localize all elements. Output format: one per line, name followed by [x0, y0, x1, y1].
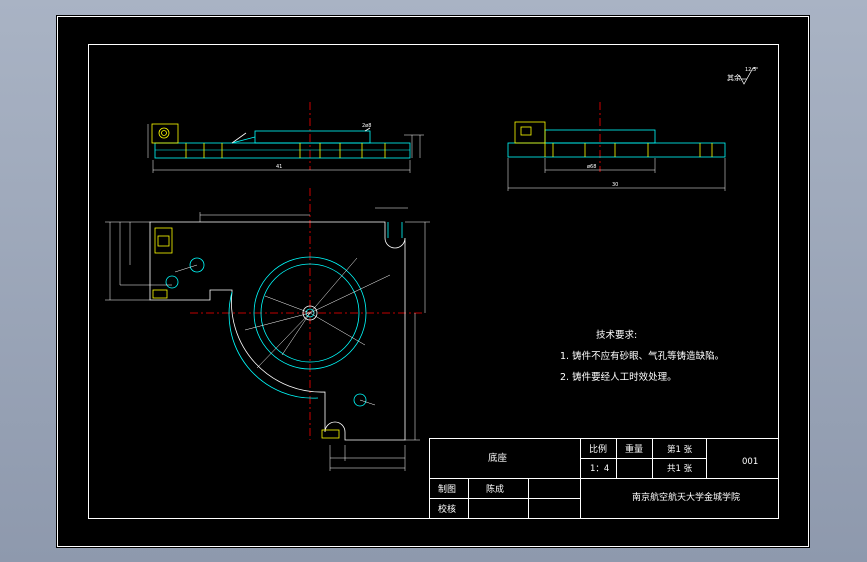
surface-finish-label: 其余: [727, 73, 741, 82]
drawing-canvas[interactable]: 41 2ø8 30 ø68 其余 12.5 技术要求: 1. 铸件不应有砂眼、气…: [0, 0, 867, 562]
side-view-length-dim: 30: [612, 182, 618, 188]
title-total-label: 共1 张: [667, 464, 693, 474]
title-organization: 南京航空航天大学金城学院: [632, 491, 740, 503]
tech-requirement-1: 1. 铸件不应有砂眼、气孔等铸造缺陷。: [560, 350, 724, 362]
title-scale-label: 比例: [589, 443, 607, 455]
tech-requirements-heading: 技术要求:: [596, 329, 637, 341]
title-drawn-by-name: 陈成: [486, 483, 504, 495]
model-space-background: [56, 15, 810, 548]
front-view-hole-dim: 2ø8: [362, 123, 371, 129]
side-view-inner-dim: ø68: [587, 164, 596, 170]
title-drawn-by-label: 制图: [438, 483, 456, 495]
title-scale-value: 1：4: [590, 464, 609, 474]
tech-requirement-2: 2. 铸件要经人工时效处理。: [560, 371, 677, 383]
title-sheet-label: 第1 张: [667, 444, 693, 455]
title-checked-label: 校核: [438, 503, 456, 515]
title-weight-label: 重量: [625, 443, 643, 455]
front-view-length-dim: 41: [276, 164, 282, 170]
cad-drawing-window: 41 2ø8 30 ø68 其余 12.5 技术要求: 1. 铸件不应有砂眼、气…: [0, 0, 867, 562]
title-drawing-no: 001: [742, 457, 758, 467]
title-part-name: 底座: [488, 452, 508, 464]
